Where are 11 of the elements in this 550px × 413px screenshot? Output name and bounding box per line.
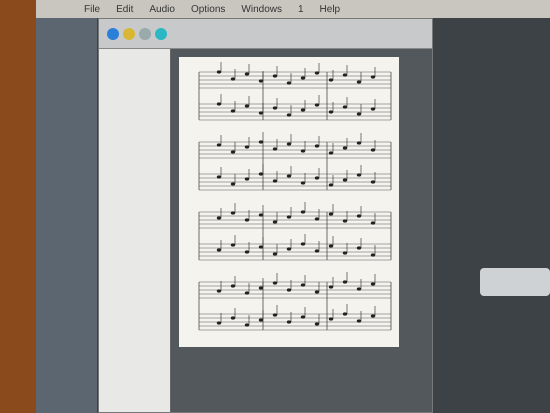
tool-icon[interactable] bbox=[155, 28, 167, 40]
menu-item[interactable]: 1 bbox=[298, 2, 304, 16]
menu-item[interactable]: Windows bbox=[241, 2, 282, 16]
device-panel bbox=[480, 268, 550, 296]
menu-item[interactable]: Options bbox=[190, 2, 226, 16]
menu-item[interactable]: Help bbox=[320, 2, 340, 16]
menu-item[interactable]: Audio bbox=[149, 2, 175, 16]
tool-icon[interactable] bbox=[123, 28, 135, 40]
menu-item[interactable]: Edit bbox=[116, 2, 134, 16]
tool-icon[interactable] bbox=[139, 28, 151, 40]
menu-item[interactable]: File bbox=[84, 2, 100, 16]
